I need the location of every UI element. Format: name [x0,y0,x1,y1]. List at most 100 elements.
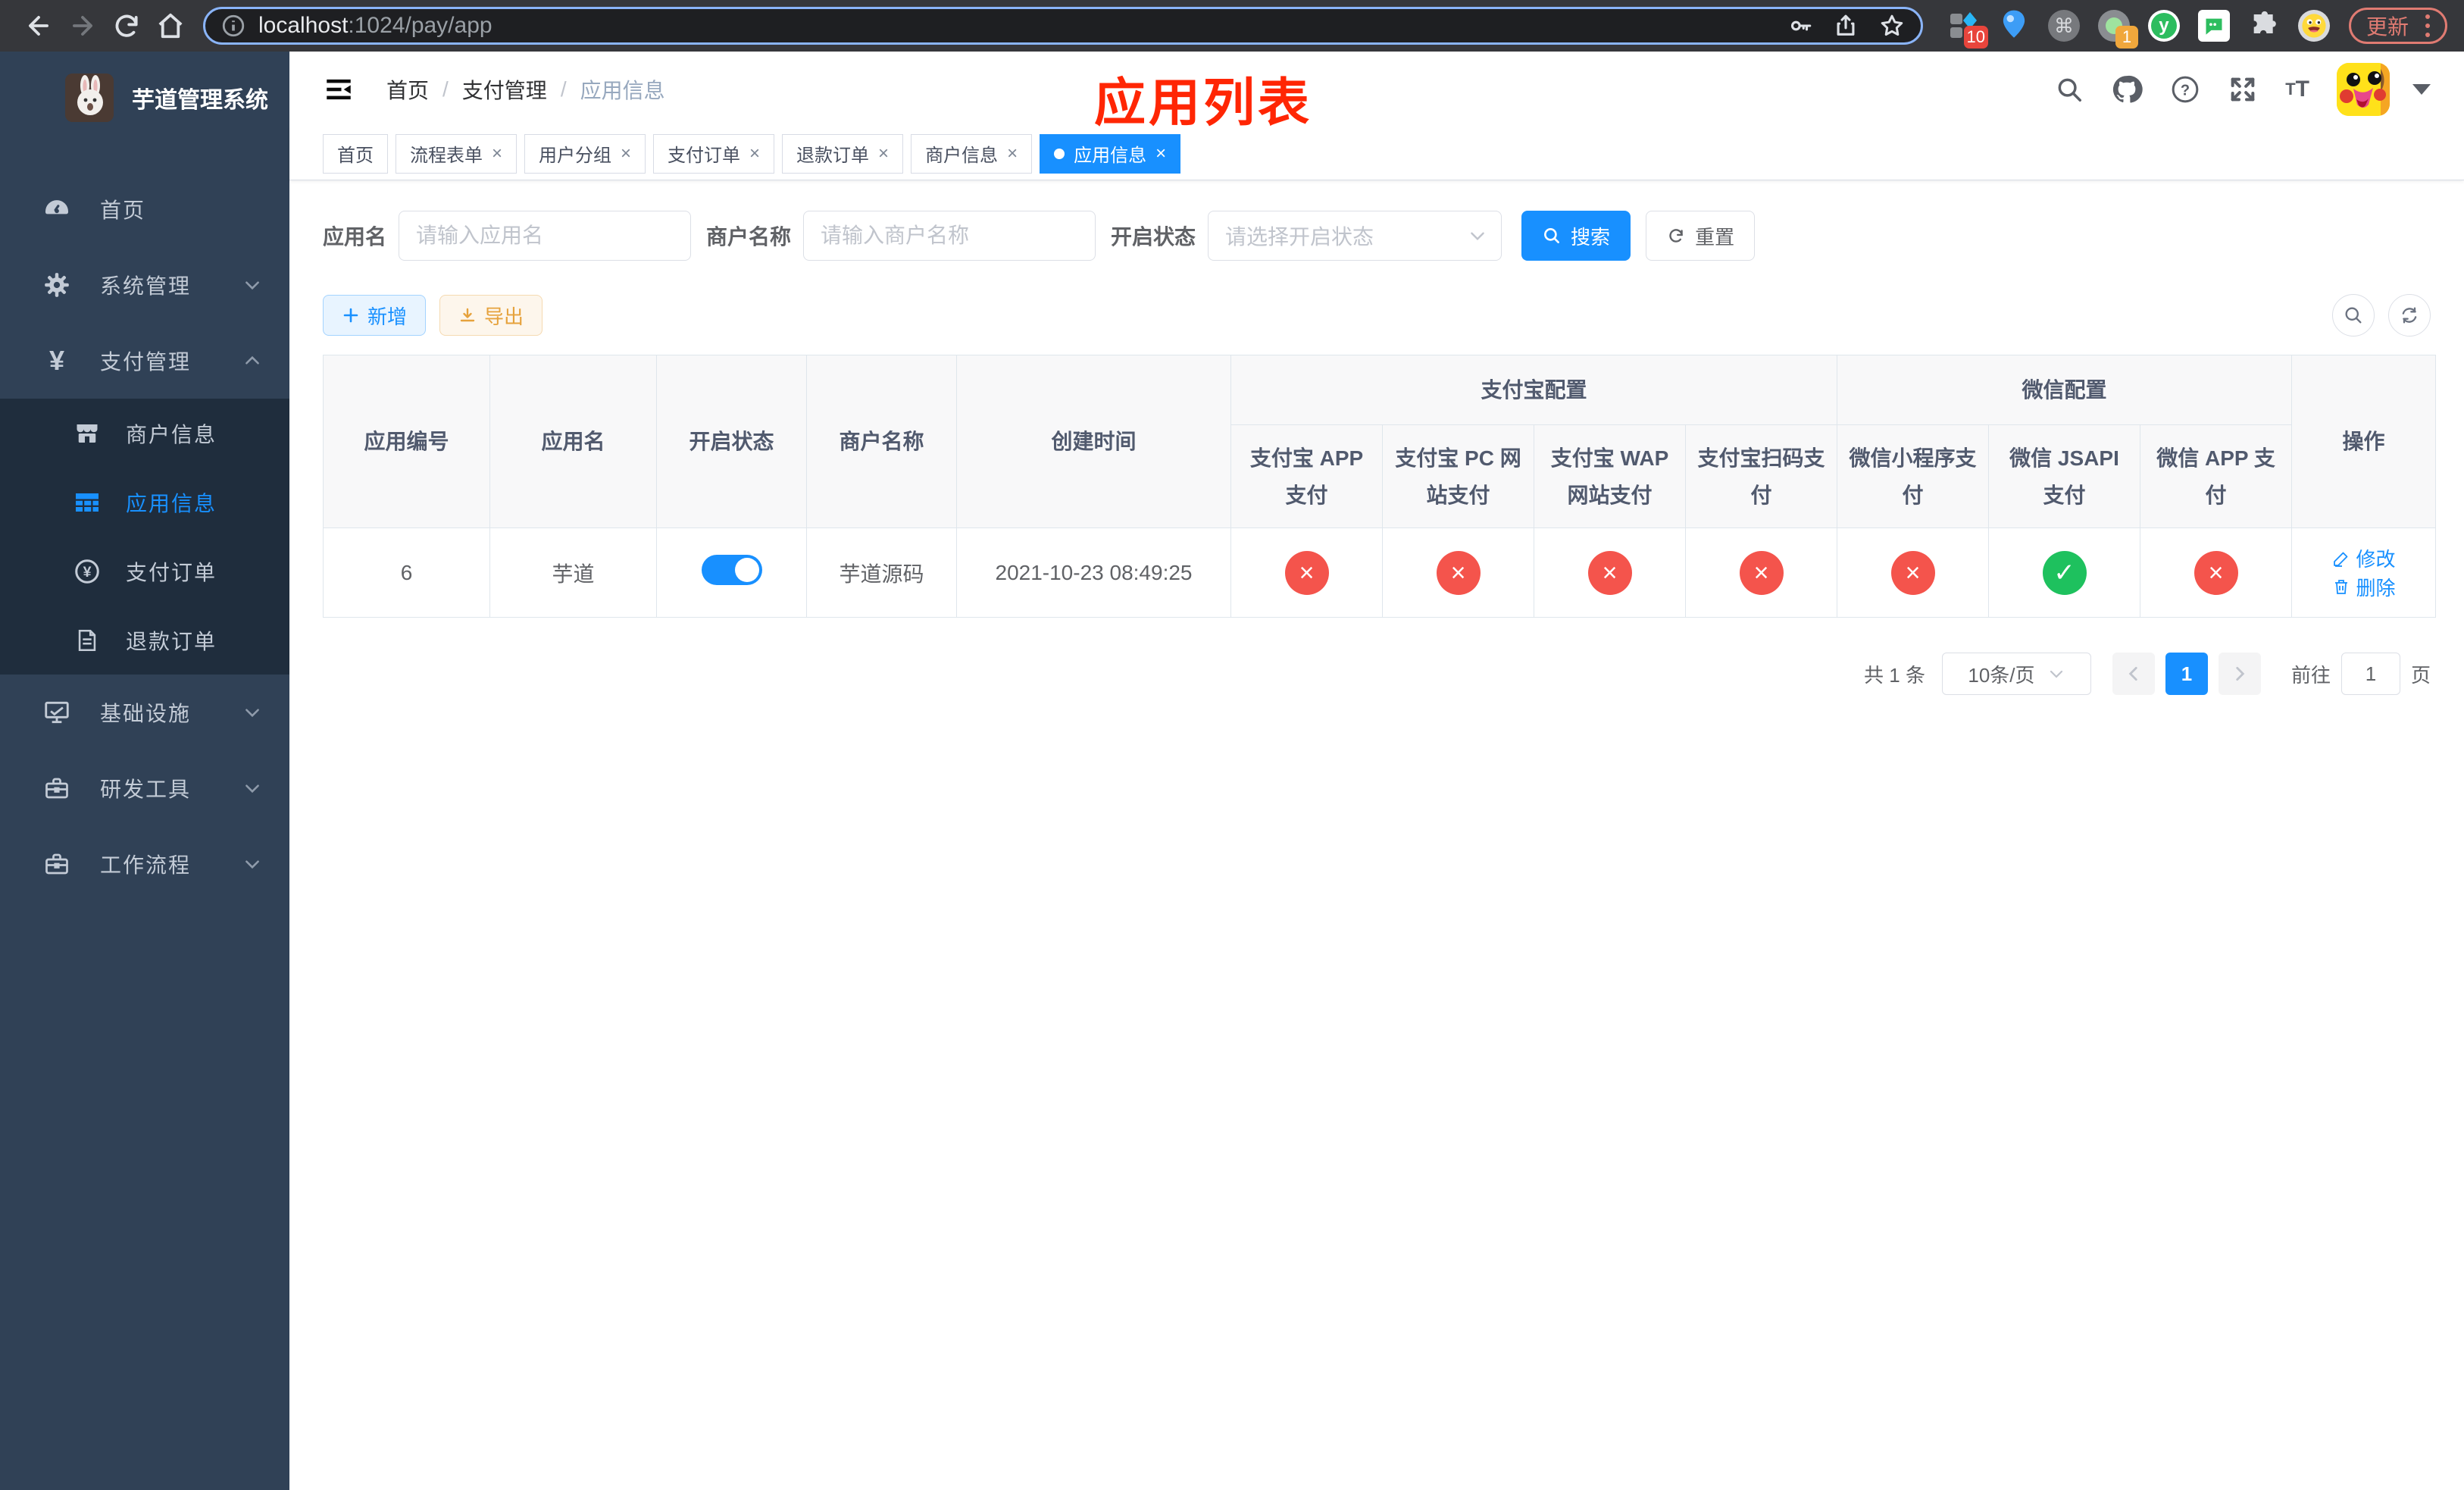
col-header-wx-app: 微信 APP 支付 [2140,424,2293,528]
close-icon[interactable]: × [749,143,760,164]
extension-puzzle-icon[interactable] [2247,9,2281,42]
sidebar-item-pay-orders[interactable]: ¥ 支付订单 [0,537,289,606]
goto-page-input[interactable] [2340,653,2400,695]
pagination: 共 1 条 10条/页 1 前往 页 [323,653,2431,695]
chevron-right-icon [2236,667,2245,681]
extension-recorder-icon[interactable]: 1 [2097,9,2138,49]
sidebar-item-infrastructure[interactable]: 基础设施 [0,675,289,750]
delete-link[interactable]: 删除 [2332,573,2396,601]
status-toggle[interactable] [701,555,762,585]
merchant-name-label: 商户名称 [706,225,792,249]
browser-home-button[interactable] [149,6,192,45]
address-bar[interactable]: localhost:1024/pay/app [203,7,1923,45]
status-badge: × [1587,550,1632,595]
cell-alipay-wap: × [1534,527,1686,618]
col-header-app-id: 应用编号 [323,355,490,528]
sidebar-item-workflow[interactable]: 工作流程 [0,826,289,902]
extension-balloon-icon[interactable] [1997,9,2031,42]
breadcrumb-payment[interactable]: 支付管理 [462,74,547,105]
tab-process-form[interactable]: 流程表单 × [396,133,518,174]
tab-user-group[interactable]: 用户分组 × [524,133,646,174]
col-header-wx-mini: 微信小程序支付 [1837,424,1990,528]
fullscreen-icon[interactable] [2228,74,2258,105]
sidebar-collapse-icon[interactable] [323,74,355,105]
close-icon[interactable]: × [1007,143,1018,164]
show-search-button[interactable] [2332,294,2375,337]
toolbox-icon [39,775,74,802]
cell-alipay-qr: × [1684,527,1838,618]
chevron-down-icon [245,709,259,718]
gear-icon [39,271,74,299]
chevron-down-icon [2050,670,2062,678]
avatar[interactable] [2337,63,2390,116]
prev-page-button[interactable] [2112,653,2155,695]
refresh-button[interactable] [2388,294,2431,337]
goto-suffix: 页 [2410,663,2431,687]
password-key-icon[interactable] [1787,13,1813,39]
bookmark-star-icon[interactable] [1878,12,1906,39]
table-row: 6 芋道 芋道源码 2021-10-23 08:49:25 × × × × × … [323,527,2437,618]
close-icon[interactable]: × [1155,143,1166,164]
chevron-down-icon [245,784,259,794]
site-info-icon[interactable] [220,13,246,39]
breadcrumb-home[interactable]: 首页 [386,74,429,105]
briefcase-icon [39,850,74,878]
extension-emoji-icon[interactable] [2297,9,2331,42]
close-icon[interactable]: × [878,143,889,164]
sidebar-item-payment[interactable]: ¥ 支付管理 [0,323,289,399]
merchant-name-input[interactable] [803,211,1096,261]
cell-wx-app: × [2140,527,2293,618]
edit-icon [2333,552,2347,567]
col-header-merchant: 商户名称 [806,355,957,528]
status-badge: ✓ [2042,550,2087,595]
search-icon[interactable] [2055,75,2084,104]
status-badge: × [2194,550,2238,595]
page-size-select[interactable]: 10条/页 [1941,653,2091,695]
app-logo[interactable]: 芋道管理系统 [0,52,289,144]
col-header-alipay-pc: 支付宝 PC 网站支付 [1382,424,1534,528]
extension-chat-icon[interactable] [2197,9,2231,42]
browser-forward-button[interactable] [61,6,105,45]
col-header-status: 开启状态 [656,355,807,528]
sidebar-item-app-info[interactable]: 应用信息 [0,468,289,537]
font-size-icon[interactable]: TT [2285,77,2309,102]
monitor-icon [39,698,74,727]
page-number-1[interactable]: 1 [2165,653,2208,695]
status-badge: × [1739,550,1784,595]
share-icon[interactable] [1833,13,1859,39]
help-icon[interactable]: ? [2170,74,2200,105]
sidebar-item-merchant-info[interactable]: 商户信息 [0,399,289,468]
sidebar-item-system[interactable]: 系统管理 [0,247,289,323]
sidebar-item-dev-tools[interactable]: 研发工具 [0,750,289,826]
extension-tampermonkey-icon[interactable]: 10 [1947,9,1988,49]
tab-app-info[interactable]: 应用信息 × [1040,133,1181,174]
col-header-alipay-app: 支付宝 APP 支付 [1230,424,1383,528]
browser-back-button[interactable] [17,6,61,45]
next-page-button[interactable] [2218,653,2261,695]
status-select[interactable]: 请选择开启状态 [1208,211,1502,261]
avatar-caret-icon[interactable] [2412,84,2431,95]
app-name-input[interactable] [399,211,692,261]
export-button[interactable]: 导出 [439,295,543,336]
close-icon[interactable]: × [621,143,631,164]
tab-merchant-info[interactable]: 商户信息 × [911,133,1033,174]
search-button[interactable]: 搜索 [1521,211,1631,261]
extension-cmd-icon[interactable]: ⌘ [2047,9,2081,42]
add-button[interactable]: 新增 [323,295,427,336]
tab-home[interactable]: 首页 [323,133,388,174]
reset-button[interactable]: 重置 [1646,211,1756,261]
dashboard-icon [39,195,74,224]
browser-reload-button[interactable] [105,6,149,45]
browser-update-button[interactable]: 更新 [2348,8,2447,44]
sidebar-item-home[interactable]: 首页 [0,171,289,247]
cell-merchant: 芋道源码 [806,527,957,618]
status-badge: × [1436,550,1481,595]
extension-yuque-icon[interactable]: y [2147,9,2181,42]
github-icon[interactable] [2111,74,2143,105]
browser-menu-icon[interactable] [2425,14,2430,37]
tab-refund-orders[interactable]: 退款订单 × [782,133,904,174]
close-icon[interactable]: × [492,143,502,164]
tab-pay-orders[interactable]: 支付订单 × [653,133,775,174]
sidebar-item-refund-orders[interactable]: 退款订单 [0,606,289,675]
edit-link[interactable]: 修改 [2332,544,2396,572]
